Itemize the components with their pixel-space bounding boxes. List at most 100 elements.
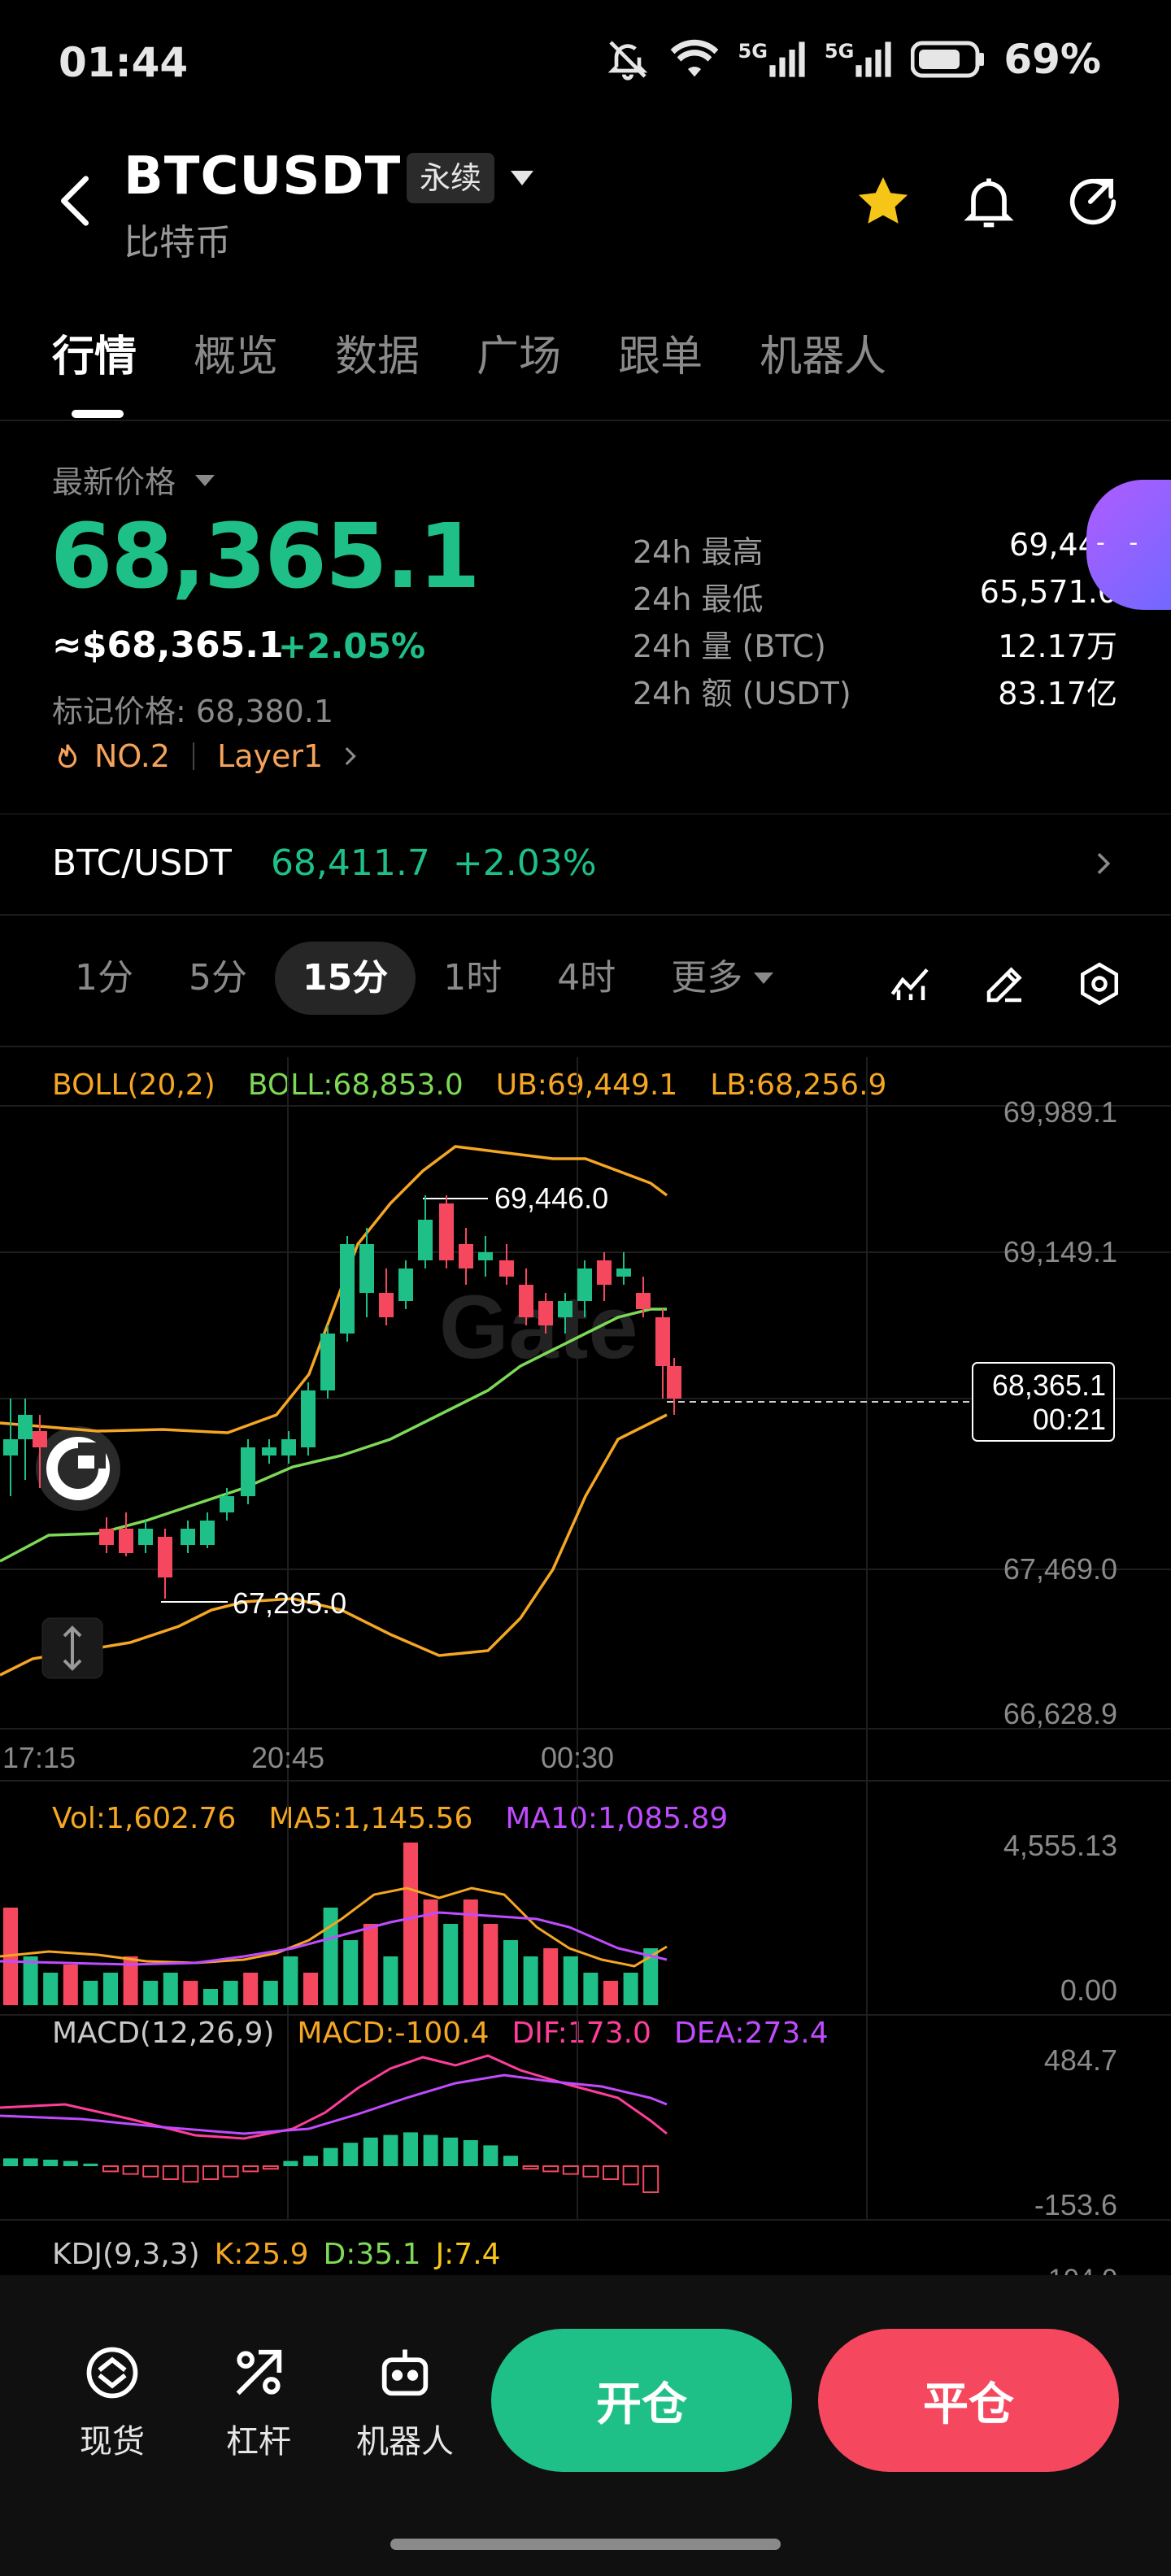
volume-bar bbox=[623, 1973, 638, 2005]
status-time: 01:44 bbox=[59, 39, 189, 86]
current-price-label: 68,365.1 bbox=[992, 1368, 1106, 1402]
close-position-button[interactable]: 平仓 bbox=[818, 2329, 1119, 2472]
timeframe-1m[interactable]: 1分 bbox=[47, 942, 161, 1015]
macd-bar bbox=[403, 2132, 418, 2166]
candle-body bbox=[241, 1447, 255, 1496]
candle-body bbox=[636, 1293, 651, 1309]
tab-bots[interactable]: 机器人 bbox=[760, 322, 886, 383]
timeframe-4h[interactable]: 4时 bbox=[529, 942, 643, 1015]
leverage-button[interactable]: 杠杆 bbox=[202, 2342, 316, 2462]
candle-body bbox=[301, 1390, 316, 1447]
macd-bar bbox=[262, 2165, 279, 2170]
tab-copy-trading[interactable]: 跟单 bbox=[618, 322, 703, 383]
volume-bar bbox=[483, 1924, 498, 2005]
open-position-button[interactable]: 开仓 bbox=[491, 2329, 792, 2472]
macd-bar bbox=[363, 2137, 378, 2166]
volume-bar bbox=[283, 1956, 298, 2005]
divider bbox=[0, 813, 1171, 815]
volume-bar bbox=[83, 1981, 98, 2005]
signal-icon: 5G bbox=[738, 40, 807, 79]
kdj-axis-label: 104.0 bbox=[1048, 2264, 1117, 2275]
macd-bar bbox=[463, 2140, 478, 2166]
indicator-icon[interactable] bbox=[886, 959, 935, 1008]
tab-overview[interactable]: 概览 bbox=[194, 322, 278, 383]
perpetual-badge[interactable]: 永续 bbox=[407, 153, 495, 203]
candle-body bbox=[478, 1252, 493, 1260]
scale-toggle-icon[interactable] bbox=[41, 1617, 103, 1679]
rank-label: NO.2 bbox=[94, 738, 171, 774]
symbol-dropdown-icon[interactable] bbox=[511, 171, 533, 185]
tab-data[interactable]: 数据 bbox=[335, 322, 420, 383]
low-price-label: 67,295.0 bbox=[233, 1586, 346, 1620]
bot-button[interactable]: 机器人 bbox=[348, 2342, 462, 2462]
assistant-eyes-icon: - - bbox=[1096, 529, 1147, 557]
candle-body bbox=[3, 1439, 18, 1456]
macd-bar bbox=[122, 2165, 139, 2175]
macd-bar bbox=[542, 2165, 559, 2173]
candle-body bbox=[558, 1301, 572, 1317]
candle-body bbox=[262, 1447, 276, 1456]
candle-body bbox=[597, 1260, 612, 1285]
macd-bar bbox=[3, 2158, 18, 2166]
spot-button[interactable]: 现货 bbox=[55, 2342, 169, 2462]
spot-pair-row[interactable]: BTC/USDT 68,411.7 +2.03% bbox=[52, 842, 597, 884]
volume-bar bbox=[403, 1843, 418, 2005]
macd-dea-line bbox=[0, 2073, 668, 2135]
volume-bar bbox=[503, 1940, 518, 2005]
spot-label: 现货 bbox=[80, 2423, 145, 2461]
candle-body bbox=[200, 1521, 215, 1545]
macd-bar bbox=[102, 2165, 119, 2173]
battery-icon bbox=[911, 41, 985, 78]
home-indicator[interactable] bbox=[390, 2539, 781, 2550]
price-alert-bell-icon[interactable] bbox=[958, 171, 1020, 233]
chart-settings-icon[interactable] bbox=[1075, 959, 1124, 1008]
volume-bar bbox=[303, 1973, 318, 2005]
chevron-right-icon[interactable] bbox=[1086, 847, 1119, 880]
bot-label: 机器人 bbox=[356, 2423, 454, 2461]
timeframe-5m[interactable]: 5分 bbox=[161, 942, 275, 1015]
chevron-right-icon bbox=[345, 746, 357, 766]
price-chart[interactable]: Gate 69,989.1 69,149.1 67,469.0 66,628.9… bbox=[0, 1047, 1171, 2275]
candle-body bbox=[398, 1268, 413, 1301]
candle-body bbox=[220, 1496, 234, 1512]
candle-body bbox=[418, 1220, 433, 1260]
macd-bar bbox=[483, 2145, 498, 2166]
macd-bar bbox=[83, 2163, 98, 2166]
chevron-down-icon[interactable] bbox=[195, 475, 215, 486]
macd-bar bbox=[503, 2156, 518, 2166]
timeframe-15m[interactable]: 15分 bbox=[275, 942, 416, 1015]
symbol-title[interactable]: BTCUSDT bbox=[124, 146, 401, 207]
robot-icon bbox=[381, 2349, 429, 2396]
volume-bar bbox=[23, 1956, 38, 2005]
volume-bar bbox=[63, 1965, 78, 2005]
candlesticks bbox=[3, 1195, 681, 1599]
chart-grid bbox=[0, 1057, 1171, 2221]
timeframe-1h[interactable]: 1时 bbox=[416, 942, 529, 1015]
rank-tags[interactable]: NO.2 Layer1 bbox=[52, 738, 363, 774]
favorite-star-icon[interactable] bbox=[852, 171, 914, 233]
chevron-down-icon bbox=[754, 973, 774, 984]
timeframe-more[interactable]: 更多 bbox=[643, 942, 801, 1015]
tab-market[interactable]: 行情 bbox=[52, 322, 137, 383]
tab-square[interactable]: 广场 bbox=[477, 322, 561, 383]
latest-price-label[interactable]: 最新价格 bbox=[52, 457, 176, 502]
volume-bar bbox=[343, 1940, 359, 2005]
stat-turnover-label: 24h 额 (USDT) bbox=[633, 676, 851, 711]
usd-price: ≈$68,365.1 bbox=[52, 624, 284, 666]
stat-turnover-value: 83.17亿 bbox=[998, 676, 1117, 711]
volume-bar bbox=[543, 1948, 559, 2005]
back-icon[interactable] bbox=[50, 172, 99, 229]
candle-body bbox=[340, 1244, 355, 1334]
draw-pencil-icon[interactable] bbox=[981, 959, 1030, 1008]
volume-bar bbox=[523, 1956, 538, 2005]
spot-pair-name: BTC/USDT bbox=[52, 842, 232, 884]
macd-bar bbox=[383, 2134, 398, 2166]
leverage-icon bbox=[236, 2349, 282, 2395]
timeframe-more-label: 更多 bbox=[671, 957, 743, 999]
candle-body bbox=[616, 1268, 631, 1277]
last-price: 68,365.1 bbox=[50, 504, 481, 608]
share-icon[interactable] bbox=[1062, 171, 1124, 233]
volume-bar bbox=[223, 1981, 238, 2005]
volume-bar bbox=[163, 1973, 178, 2005]
candle-body bbox=[519, 1285, 533, 1317]
